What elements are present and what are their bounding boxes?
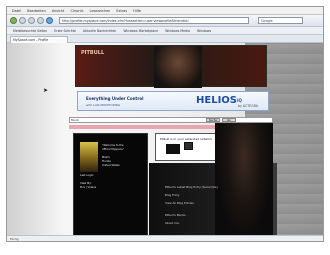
menu-item-history[interactable]: Chronik (70, 9, 83, 13)
network-thumbnail[interactable] (166, 144, 180, 154)
forward-button[interactable] (19, 17, 26, 24)
bookmark-item[interactable]: Windows Marketplace (123, 29, 158, 33)
blog-view-all-link[interactable]: View All Blog Entries (165, 201, 194, 205)
ad-headline: Everything Under Control (86, 96, 144, 101)
browser-window: Datei Bearbeiten Ansicht Chronik Lesezei… (6, 6, 324, 242)
ad-brand: HELIOSIQ (196, 96, 242, 106)
blog-heading: Pitbull's Latest Blog Entry [Subscribe] (165, 185, 218, 189)
menu-item-bookmarks[interactable]: Lesezeichen (90, 9, 111, 13)
page-viewport[interactable]: PITBULL Everything Under Control with LA… (7, 43, 323, 241)
menu-item-edit[interactable]: Bearbeiten (27, 9, 46, 13)
ad-subline: with LAN-MONITORING (86, 103, 121, 107)
banner-title: PITBULL (81, 50, 105, 56)
tab-strip: MySpace.com - Profile (7, 35, 323, 43)
mouse-pointer-icon: ➤ (43, 87, 49, 94)
home-button[interactable] (46, 17, 53, 24)
site-search-field[interactable]: Musik (71, 118, 131, 122)
background-figure (215, 123, 273, 241)
profile-line: United States (102, 164, 120, 167)
bookmarks-bar: Meistbesuchte Seiten Erste Schritte Aktu… (7, 27, 323, 35)
tab-myspace-profile[interactable]: MySpace.com - Profile (10, 36, 68, 43)
menu-bar: Datei Bearbeiten Ansicht Chronik Lesezei… (7, 7, 323, 15)
ad-vendor: by ACTEGRA (238, 104, 258, 108)
search-button[interactable]: Suche (206, 118, 220, 122)
network-thumbnail[interactable] (184, 142, 193, 150)
reload-button[interactable] (28, 17, 35, 24)
bookmark-item[interactable]: Windows Media (165, 29, 190, 33)
profile-line: official Myspace" (102, 148, 124, 151)
profile-line: "Welcome to the (102, 144, 124, 147)
bookmark-item[interactable]: Erste Schritte (54, 29, 76, 33)
search-input[interactable]: Google (258, 17, 303, 24)
profile-banner: PITBULL (75, 45, 267, 88)
about-me-label: About me: (165, 221, 180, 225)
profile-view-links[interactable]: Pics | Videos (80, 186, 96, 189)
profile-line: View My: (80, 182, 92, 185)
ad-brand-name: HELIOS (196, 95, 237, 106)
back-button[interactable] (10, 17, 17, 24)
navigation-toolbar: http://profile.myspace.com/index.cfm?fus… (7, 15, 323, 27)
extended-network-heading: Pitbull is in your extended network (160, 137, 213, 141)
bookmark-item[interactable]: Windows (197, 29, 211, 33)
address-bar[interactable]: http://profile.myspace.com/index.cfm?fus… (59, 17, 249, 24)
bookmark-item[interactable]: Meistbesuchte Seiten (13, 29, 47, 33)
blog-entry[interactable]: Blog Entry (165, 193, 180, 197)
go-button[interactable]: Go (222, 118, 236, 122)
profile-line: Last Login: (80, 174, 95, 177)
advertisement-banner[interactable]: Everything Under Control with LAN-MONITO… (77, 91, 269, 111)
menu-item-view[interactable]: Ansicht (52, 9, 65, 13)
bookmark-item[interactable]: Aktuelle Nachrichten (83, 29, 116, 33)
profile-picture[interactable] (80, 142, 98, 172)
profile-line: Florida (102, 160, 111, 163)
menu-item-file[interactable]: Datei (12, 9, 21, 13)
status-bar: Fertig (7, 235, 323, 241)
profile-info-panel: "Welcome to the official Myspace" Miami … (73, 133, 148, 241)
banner-photo (154, 46, 202, 88)
profile-line: Miami (102, 156, 110, 159)
menu-item-tools[interactable]: Extras (116, 9, 127, 13)
stop-button[interactable] (37, 17, 44, 24)
menu-item-help[interactable]: Hilfe (133, 9, 141, 13)
blurbs-heading: Pitbull's Blurbs (165, 213, 186, 217)
ad-brand-suffix: IQ (237, 98, 242, 103)
